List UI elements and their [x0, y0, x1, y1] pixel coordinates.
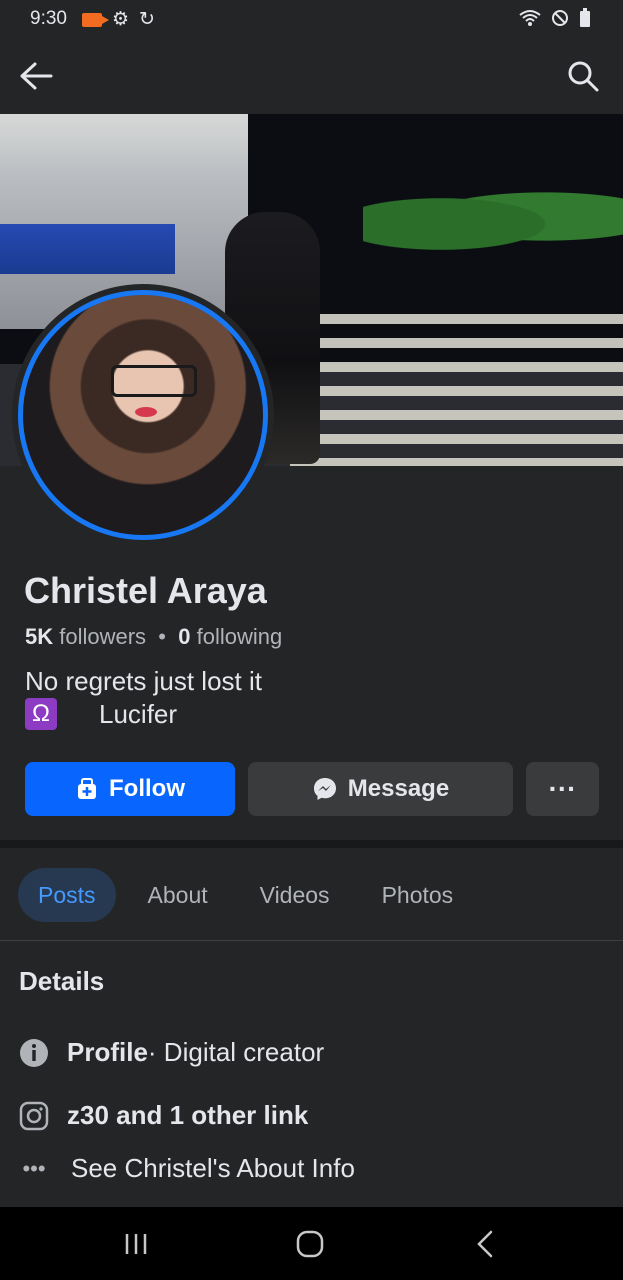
tab-about[interactable]: About — [128, 868, 228, 922]
ellipsis-icon: ••• — [22, 1155, 46, 1181]
app-bar — [0, 38, 623, 114]
status-bar: 9:30 ⚙ ↻ — [0, 0, 623, 38]
sync-icon: ↻ — [139, 9, 155, 30]
do-not-disturb-icon — [551, 9, 569, 33]
profile-value: · Digital creator — [147, 1037, 325, 1067]
chevron-left-icon — [477, 1230, 493, 1258]
recents-button[interactable] — [116, 1229, 156, 1259]
info-icon — [19, 1038, 49, 1068]
detail-profile-type: Profile · Digital creator — [19, 1037, 324, 1068]
follow-label: Follow — [109, 775, 185, 802]
profile-picture-ring[interactable] — [12, 284, 274, 546]
profile-label: Profile — [67, 1037, 148, 1067]
following-label: following — [196, 624, 283, 649]
detail-links[interactable]: z30 and 1 other link — [19, 1100, 308, 1131]
cover-building-stripe — [0, 224, 175, 274]
wifi-icon — [519, 9, 541, 33]
battery-icon — [579, 8, 591, 34]
instagram-icon — [19, 1101, 49, 1131]
about-info-link[interactable]: See Christel's About Info — [71, 1153, 355, 1184]
add-friend-icon — [78, 778, 96, 799]
camera-icon — [82, 12, 109, 27]
following-count: 0 — [178, 624, 191, 649]
search-button[interactable] — [563, 56, 603, 96]
home-icon — [296, 1230, 324, 1258]
avatar-lips — [135, 407, 157, 417]
cover-trees — [363, 179, 623, 254]
bio-line-1: No regrets just lost it — [25, 666, 262, 696]
home-button[interactable] — [290, 1229, 330, 1259]
system-back-button[interactable] — [465, 1229, 505, 1259]
recents-icon — [125, 1234, 147, 1254]
follow-button[interactable]: Follow — [25, 762, 235, 816]
avatar[interactable] — [18, 290, 268, 540]
avatar-glasses — [111, 365, 197, 397]
status-time: 9:30 — [30, 8, 67, 29]
details-title: Details — [19, 966, 105, 996]
section-divider — [0, 840, 623, 848]
links-label[interactable]: z30 and 1 other link — [67, 1100, 308, 1131]
search-icon — [568, 61, 599, 92]
status-icons-right — [519, 8, 591, 34]
followers-count: 5K — [25, 624, 54, 649]
messenger-icon — [313, 778, 336, 800]
cover-crosswalk — [290, 314, 623, 466]
follow-stats[interactable]: 5K followers • 0 following — [25, 624, 282, 650]
libra-emoji-icon: Ω — [25, 698, 57, 730]
message-label: Message — [347, 775, 450, 802]
tab-videos[interactable]: Videos — [240, 868, 350, 922]
more-options-button[interactable]: ··· — [526, 762, 599, 816]
back-button[interactable] — [16, 56, 56, 96]
gear-icon: ⚙ — [112, 9, 130, 30]
stats-separator: • — [158, 624, 166, 649]
tab-photos[interactable]: Photos — [362, 868, 474, 922]
system-navigation-bar — [0, 1207, 623, 1280]
bio-line-2-text: Lucifer — [99, 698, 178, 729]
profile-tabs: Posts About Videos Photos — [18, 867, 485, 923]
ellipsis-icon: ··· — [548, 773, 577, 804]
detail-about-info[interactable]: ••• See Christel's About Info — [19, 1153, 355, 1184]
profile-name: Christel Araya — [24, 570, 267, 611]
bio-line-2: Ω Lucifer — [25, 698, 177, 730]
tabs-divider — [0, 940, 623, 941]
arrow-left-icon — [20, 62, 53, 90]
followers-label: followers — [59, 624, 147, 649]
tab-posts[interactable]: Posts — [18, 868, 116, 922]
status-icons-left: ⚙ ↻ — [82, 8, 155, 31]
message-button[interactable]: Message — [248, 762, 513, 816]
